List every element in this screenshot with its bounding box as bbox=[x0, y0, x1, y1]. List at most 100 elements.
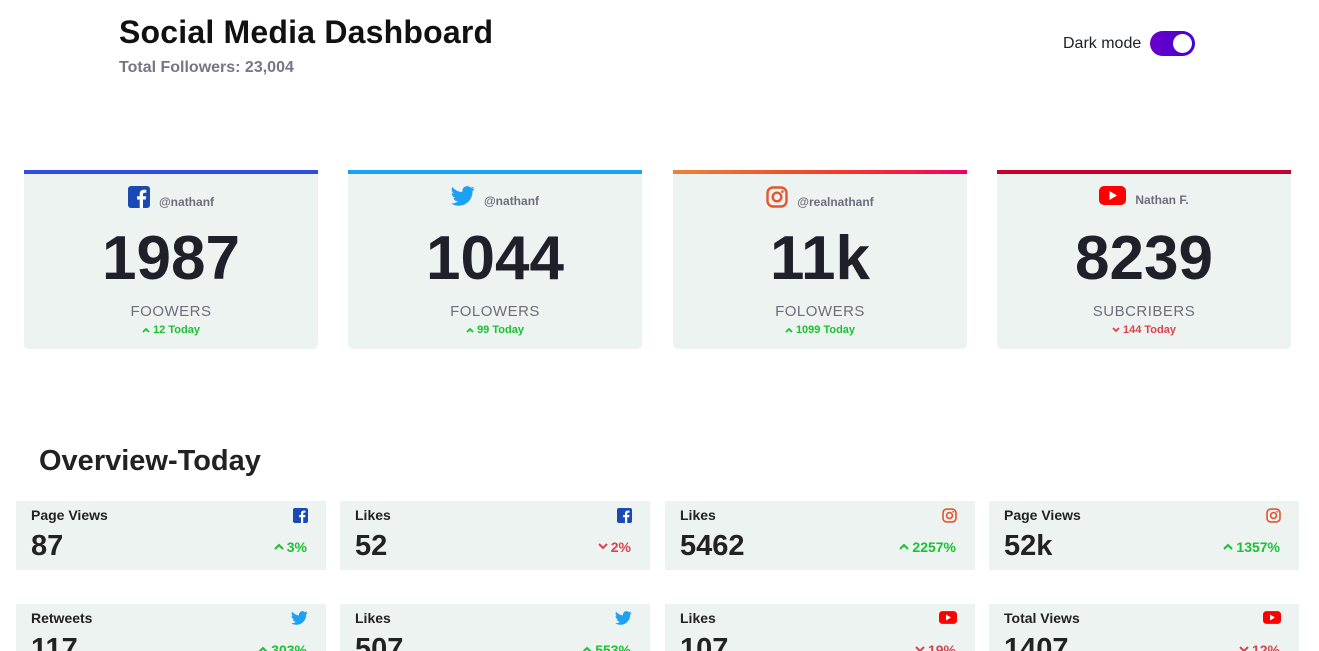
overview-value: 507 bbox=[355, 633, 404, 651]
overview-label: Page Views bbox=[1004, 507, 1081, 523]
card-accent-bar bbox=[348, 170, 642, 174]
overview-card[interactable]: Retweets 117 303% bbox=[16, 604, 326, 651]
arrow-up-icon bbox=[142, 325, 150, 336]
card-accent-bar bbox=[997, 170, 1291, 174]
card-delta: 12 Today bbox=[24, 324, 318, 336]
overview-delta: 2% bbox=[598, 539, 631, 555]
arrow-up-icon bbox=[785, 325, 793, 336]
card-count: 1987 bbox=[102, 224, 240, 293]
total-followers: Total Followers: 23,004 bbox=[119, 59, 294, 76]
twitter-icon bbox=[450, 186, 475, 211]
overview-delta: 553% bbox=[582, 642, 631, 651]
overview-delta: 12% bbox=[1239, 642, 1280, 651]
arrow-down-icon bbox=[1112, 325, 1120, 336]
youtube-icon bbox=[1099, 186, 1127, 210]
overview-label: Likes bbox=[680, 507, 716, 523]
facebook-icon bbox=[617, 508, 632, 528]
overview-delta: 19% bbox=[915, 642, 956, 651]
card-youtube[interactable]: Nathan F. 8239 SUBCRIBERS 144 Today bbox=[997, 170, 1291, 349]
overview-delta: 1357% bbox=[1223, 539, 1280, 555]
card-handle-row: @nathanf bbox=[24, 186, 318, 213]
toggle-knob[interactable] bbox=[1173, 34, 1193, 53]
dark-mode-toggle-group: Dark mode bbox=[1063, 31, 1196, 56]
overview-delta: 3% bbox=[274, 539, 307, 555]
overview-delta-text: 303% bbox=[271, 642, 307, 651]
overview-delta: 2257% bbox=[899, 539, 956, 555]
overview-label: Likes bbox=[355, 610, 391, 626]
overview-label: Retweets bbox=[31, 610, 93, 626]
card-accent-bar bbox=[24, 170, 318, 174]
dashboard-header: Social Media Dashboard Total Followers: … bbox=[119, 14, 493, 77]
overview-card[interactable]: Likes 52 2% bbox=[340, 501, 650, 570]
card-instagram[interactable]: @realnathanf 11k FOLOWERS 1099 Today bbox=[673, 170, 967, 349]
overview-card[interactable]: Likes 107 19% bbox=[665, 604, 975, 651]
overview-card[interactable]: Likes 5462 2257% bbox=[665, 501, 975, 570]
card-facebook[interactable]: @nathanf 1987 FOOWERS 12 Today bbox=[24, 170, 318, 349]
arrow-up-icon bbox=[582, 645, 592, 651]
overview-value: 1407 bbox=[1004, 633, 1069, 651]
arrow-up-icon bbox=[466, 325, 474, 336]
overview-value: 52 bbox=[355, 530, 388, 562]
overview-card[interactable]: Page Views 87 3% bbox=[16, 501, 326, 570]
card-label: SUBCRIBERS bbox=[1092, 303, 1196, 320]
overview-delta-text: 2% bbox=[610, 539, 631, 555]
overview-delta: 303% bbox=[258, 642, 307, 651]
arrow-up-icon bbox=[258, 645, 268, 651]
facebook-icon bbox=[293, 508, 308, 528]
card-twitter[interactable]: @nathanf 1044 FOLOWERS 99 Today bbox=[348, 170, 642, 349]
overview-label: Likes bbox=[355, 507, 391, 523]
card-label: FOOWERS bbox=[130, 303, 212, 320]
overview-title: Overview-Today bbox=[39, 445, 261, 477]
overview-card[interactable]: Total Views 1407 12% bbox=[989, 604, 1299, 651]
overview-value: 117 bbox=[31, 633, 78, 651]
card-label: FOLOWERS bbox=[450, 303, 540, 320]
card-label: FOLOWERS bbox=[775, 303, 865, 320]
overview-label: Total Views bbox=[1004, 610, 1080, 626]
card-delta-text: 1099 Today bbox=[795, 324, 856, 336]
card-handle: @realnathanf bbox=[797, 194, 874, 209]
arrow-down-icon bbox=[598, 542, 608, 553]
card-delta: 1099 Today bbox=[673, 324, 967, 336]
overview-label: Page Views bbox=[31, 507, 108, 523]
card-delta-text: 99 Today bbox=[477, 324, 524, 336]
card-handle-row: @nathanf bbox=[348, 186, 642, 211]
card-delta: 144 Today bbox=[997, 324, 1291, 336]
overview-card[interactable]: Page Views 52k 1357% bbox=[989, 501, 1299, 570]
arrow-down-icon bbox=[1239, 645, 1249, 651]
card-count: 1044 bbox=[426, 224, 564, 293]
overview-delta-text: 19% bbox=[927, 642, 956, 651]
card-delta-text: 12 Today bbox=[153, 324, 200, 336]
overview-delta-text: 1357% bbox=[1236, 539, 1280, 555]
card-handle-row: @realnathanf bbox=[673, 186, 967, 213]
overview-label: Likes bbox=[680, 610, 716, 626]
youtube-icon bbox=[939, 611, 957, 629]
instagram-icon bbox=[1266, 508, 1281, 528]
instagram-icon bbox=[766, 186, 788, 213]
twitter-icon bbox=[615, 611, 632, 630]
card-delta: 99 Today bbox=[348, 324, 642, 336]
page-title: Social Media Dashboard bbox=[119, 14, 494, 50]
overview-value: 5462 bbox=[680, 530, 745, 562]
card-handle: @nathanf bbox=[158, 194, 215, 209]
card-accent-bar bbox=[673, 170, 967, 174]
twitter-icon bbox=[291, 611, 308, 630]
card-delta-text: 144 Today bbox=[1123, 324, 1176, 336]
arrow-down-icon bbox=[915, 645, 925, 651]
card-handle: Nathan F. bbox=[1135, 193, 1189, 207]
overview-delta-text: 2257% bbox=[912, 539, 956, 555]
dark-mode-label: Dark mode bbox=[1063, 34, 1142, 52]
overview-delta-text: 3% bbox=[286, 539, 307, 555]
arrow-up-icon bbox=[274, 542, 284, 553]
overview-value: 107 bbox=[680, 633, 729, 651]
instagram-icon bbox=[942, 508, 957, 528]
overview-value: 52k bbox=[1004, 530, 1053, 562]
card-handle-row: Nathan F. bbox=[997, 186, 1291, 210]
facebook-icon bbox=[127, 186, 150, 213]
card-count: 8239 bbox=[1075, 224, 1213, 293]
arrow-up-icon bbox=[1223, 542, 1234, 553]
card-count: 11k bbox=[769, 224, 871, 293]
overview-card[interactable]: Likes 507 553% bbox=[340, 604, 650, 651]
overview-value: 87 bbox=[31, 530, 64, 562]
dark-mode-toggle[interactable] bbox=[1150, 31, 1196, 56]
arrow-up-icon bbox=[899, 542, 910, 553]
